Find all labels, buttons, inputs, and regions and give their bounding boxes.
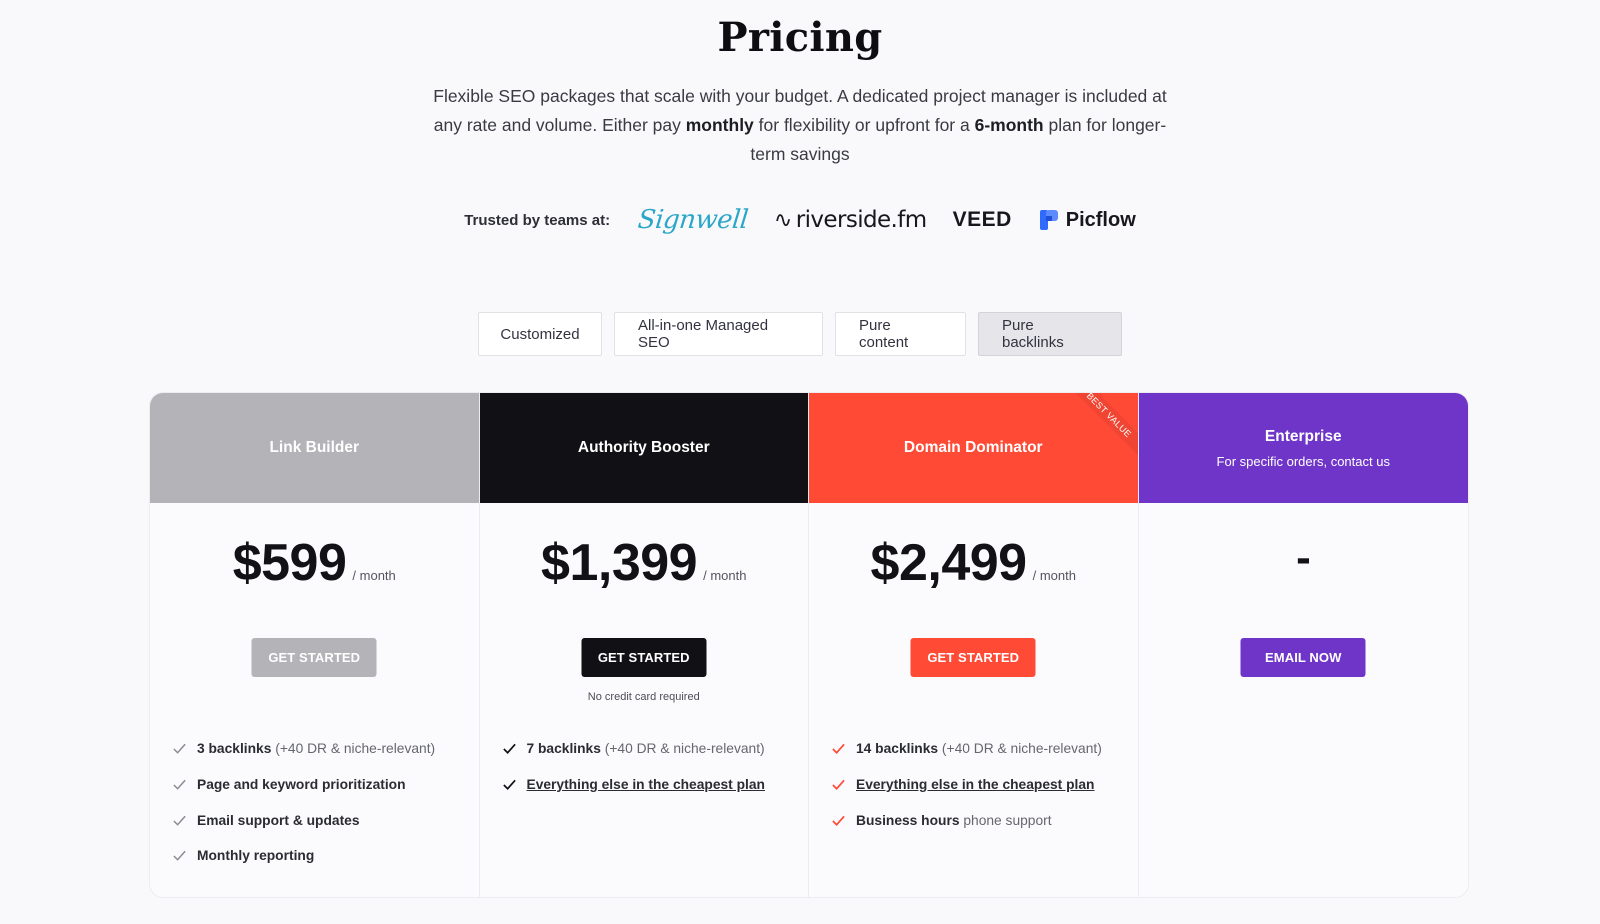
trusted-by-bar: Trusted by teams at: Signwell ∿ riversid… [0, 196, 1600, 244]
plan-name: Link Builder [269, 439, 360, 456]
plan-name: Authority Booster [577, 439, 710, 456]
feature-text: (+40 DR & niche-relevant) [271, 741, 436, 757]
checkmark-icon [832, 779, 845, 790]
picflow-logo-text: Picflow [1065, 208, 1136, 231]
plan-header: Domain Dominator Best value [809, 393, 1138, 503]
feature-bold: Business hours [856, 812, 960, 828]
tab-pure-backlinks[interactable]: Pure backlinks [978, 312, 1122, 356]
feature-text: phone support [959, 812, 1052, 828]
get-started-button[interactable]: Get started [910, 638, 1036, 677]
feature-item: Email support & updates [172, 802, 465, 838]
checkmark-icon [832, 815, 845, 826]
feature-list: 3 backlinks (+40 DR & niche-relevant) Pa… [172, 731, 465, 874]
checkmark-icon [173, 815, 186, 826]
get-started-button[interactable]: Get started [581, 638, 707, 677]
checkmark-icon [832, 744, 845, 755]
checkmark-icon [502, 744, 516, 755]
plan-enterprise: Enterprise For specific orders, contact … [1138, 393, 1469, 897]
feature-list: 7 backlinks (+40 DR & niche-relevant) Ev… [502, 731, 795, 802]
feature-list: 14 backlinks (+40 DR & niche-relevant) E… [831, 731, 1124, 838]
plan-period: / month [703, 568, 747, 583]
plan-period: / month [352, 568, 396, 583]
feature-item: Monthly reporting [172, 838, 465, 874]
riverside-wave-icon: ∿ [773, 207, 792, 233]
checkmark-icon [173, 779, 186, 790]
everything-else-link[interactable]: Everything else in the cheapest plan [527, 777, 765, 792]
feature-bold: 14 backlinks [856, 741, 939, 757]
plan-price: $599 [232, 534, 347, 592]
price-row: $2,499 / month [809, 533, 1138, 593]
plan-header: Link Builder [150, 393, 479, 503]
plan-header: Enterprise For specific orders, contact … [1138, 393, 1468, 503]
feature-bold: Page and keyword prioritization [197, 777, 406, 793]
signwell-logo: Signwell [636, 205, 750, 235]
feature-item: Everything else in the cheapest plan [831, 767, 1124, 803]
get-started-button[interactable]: Get started [251, 638, 377, 677]
tab-all-in-one-managed-seo[interactable]: All-in-one Managed SEO [614, 312, 823, 356]
pricing-category-tabs: Customized All-in-one Managed SEO Pure c… [0, 312, 1600, 356]
feature-text: (+40 DR & niche-relevant) [600, 741, 765, 757]
feature-text: (+40 DR & niche-relevant) [938, 741, 1102, 757]
plan-name: Domain Dominator [903, 439, 1043, 456]
feature-item: Business hours phone support [831, 802, 1124, 838]
feature-bold: 7 backlinks [526, 741, 601, 757]
feature-item: 7 backlinks (+40 DR & niche-relevant) [502, 731, 795, 767]
picflow-icon [1039, 210, 1058, 230]
plan-price: $2,499 [870, 534, 1028, 592]
price-row: $599 / month [150, 533, 479, 593]
plan-authority-booster: Authority Booster $1,399 / month Get sta… [479, 393, 809, 897]
picflow-logo: Picflow [1038, 208, 1136, 232]
plan-link-builder: Link Builder $599 / month Get started 3 … [150, 393, 480, 897]
subtitle-text-2: for flexibility or upfront for a [753, 115, 975, 135]
page-subtitle: Flexible SEO packages that scale with yo… [420, 82, 1180, 169]
veed-logo: VEED [952, 208, 1012, 231]
plan-period: / month [1032, 568, 1076, 583]
no-credit-card-note: No credit card required [587, 691, 700, 703]
feature-item: 3 backlinks (+40 DR & niche-relevant) [172, 731, 465, 767]
subtitle-6-month: 6-month [974, 115, 1044, 135]
plan-header: Authority Booster [479, 393, 808, 503]
price-row: - [1139, 533, 1469, 583]
plan-price: $1,399 [541, 534, 698, 592]
plan-price: - [1296, 533, 1311, 582]
trusted-label: Trusted by teams at: [464, 211, 611, 229]
checkmark-icon [173, 744, 186, 755]
feature-bold: Email support & updates [197, 812, 360, 828]
feature-bold: Monthly reporting [197, 848, 315, 864]
email-now-button[interactable]: Email now [1240, 638, 1366, 677]
riverside-logo-text: riverside.fm [795, 207, 927, 233]
feature-bold: 3 backlinks [197, 741, 272, 757]
plan-domain-dominator: Domain Dominator Best value $2,499 / mon… [809, 393, 1139, 897]
tab-pure-content[interactable]: Pure content [835, 312, 966, 356]
checkmark-icon [173, 851, 186, 862]
tab-customized[interactable]: Customized [478, 312, 602, 356]
price-row: $1,399 / month [480, 533, 809, 593]
riverside-logo: ∿ riverside.fm [774, 207, 927, 233]
pricing-table: Link Builder $599 / month Get started 3 … [149, 392, 1469, 898]
everything-else-link[interactable]: Everything else in the cheapest plan [856, 777, 1094, 792]
feature-item: 14 backlinks (+40 DR & niche-relevant) [831, 731, 1124, 767]
feature-item: Everything else in the cheapest plan [502, 767, 795, 803]
checkmark-icon [502, 779, 516, 790]
subtitle-monthly: monthly [685, 115, 754, 135]
feature-item: Page and keyword prioritization [172, 767, 465, 803]
plan-name: Enterprise [1264, 427, 1342, 445]
best-value-ribbon: Best value [1063, 393, 1138, 460]
page-title: Pricing [717, 14, 883, 61]
plan-subtitle: For specific orders, contact us [1216, 453, 1390, 469]
